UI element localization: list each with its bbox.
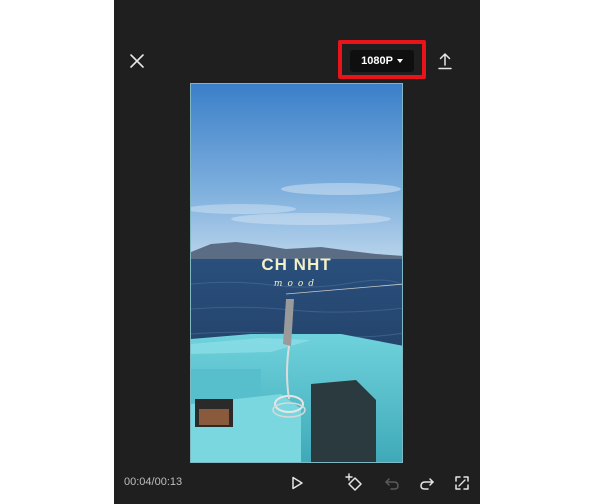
resolution-label: 1080P [361, 55, 393, 67]
caption-subtitle: mood [273, 279, 320, 289]
play-button[interactable] [286, 472, 308, 494]
fullscreen-button[interactable] [451, 472, 473, 494]
timecode: 00:04/00:13 [124, 476, 183, 488]
upload-icon [438, 53, 452, 70]
caption-title: CH NHT [261, 255, 332, 274]
close-button[interactable] [126, 50, 148, 72]
close-icon [130, 54, 144, 68]
fullscreen-icon [455, 476, 469, 490]
add-keyframe-button[interactable] [343, 472, 365, 494]
resolution-dropdown[interactable]: 1080P [350, 50, 414, 72]
video-preview[interactable]: CH NHT mood [190, 83, 403, 463]
undo-button[interactable] [381, 472, 403, 494]
undo-icon [385, 478, 399, 490]
redo-button[interactable] [416, 472, 438, 494]
chevron-down-icon [396, 59, 403, 63]
play-icon [292, 476, 303, 490]
redo-icon [420, 478, 434, 490]
export-button[interactable] [434, 50, 456, 72]
keyframe-add-icon [345, 473, 362, 491]
